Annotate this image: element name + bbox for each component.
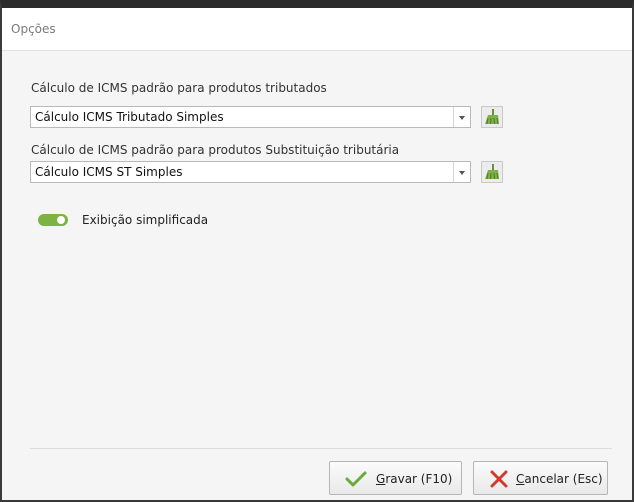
tributados-dropdown-button[interactable]: [453, 107, 470, 127]
footer-separator: [30, 448, 612, 449]
dialog-content: Cálculo de ICMS padrão para produtos tri…: [2, 51, 632, 500]
tributados-label: Cálculo de ICMS padrão para produtos tri…: [31, 81, 327, 95]
gravar-button[interactable]: Gravar (F10): [329, 461, 462, 495]
title-bar: Opções: [2, 8, 632, 51]
x-icon: [490, 470, 508, 488]
exibicao-label: Exibição simplificada: [82, 213, 209, 227]
chevron-down-icon: [459, 116, 465, 120]
tributados-select[interactable]: Cálculo ICMS Tributado Simples: [30, 106, 471, 128]
tributados-clear-button[interactable]: [481, 106, 503, 128]
broom-icon: [485, 109, 499, 125]
checkmark-icon: [345, 471, 367, 487]
substituicao-label: Cálculo de ICMS padrão para produtos Sub…: [31, 143, 400, 157]
substituicao-value: Cálculo ICMS ST Simples: [35, 165, 183, 179]
toggle-knob: [57, 216, 65, 224]
cancelar-label: Cancelar (Esc): [516, 472, 603, 486]
cancelar-button[interactable]: Cancelar (Esc): [473, 461, 608, 495]
substituicao-clear-button[interactable]: [481, 161, 503, 183]
exibicao-toggle[interactable]: [38, 214, 68, 226]
options-dialog: Opções Cálculo de ICMS padrão para produ…: [0, 0, 634, 502]
substituicao-select[interactable]: Cálculo ICMS ST Simples: [30, 161, 471, 183]
gravar-label: Gravar (F10): [376, 472, 453, 486]
tributados-value: Cálculo ICMS Tributado Simples: [35, 110, 224, 124]
broom-icon: [485, 164, 499, 180]
dialog-title: Opções: [11, 22, 56, 36]
substituicao-dropdown-button[interactable]: [453, 162, 470, 182]
chevron-down-icon: [459, 171, 465, 175]
